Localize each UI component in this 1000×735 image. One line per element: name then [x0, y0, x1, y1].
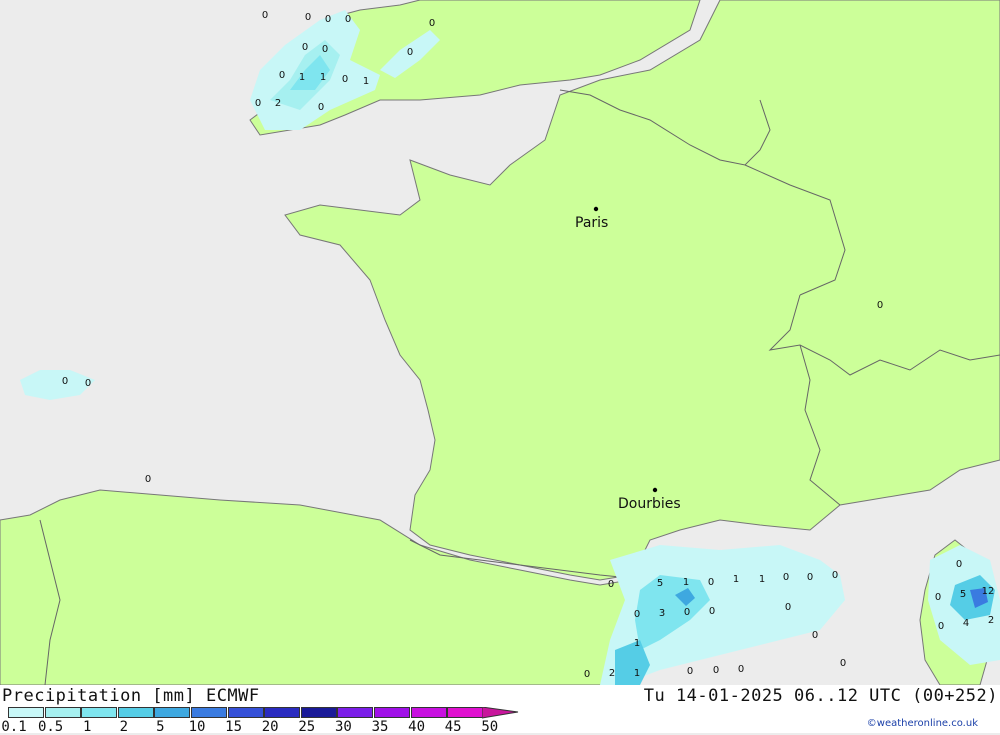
precip-value: 0	[634, 609, 640, 620]
scale-swatch	[8, 707, 44, 718]
precip-value: 0	[807, 572, 813, 583]
precip-value: 0	[302, 42, 308, 53]
scale-arrow-icon	[482, 707, 519, 719]
precip-value: 0	[318, 102, 324, 113]
precip-value: 2	[609, 668, 615, 679]
precip-value: 5	[960, 589, 966, 600]
precip-value: 1	[634, 638, 640, 649]
scale-swatch	[300, 707, 337, 718]
precip-value: 1	[363, 76, 369, 87]
precip-value: 0	[708, 577, 714, 588]
city-label-paris: Paris	[575, 215, 608, 231]
precip-value: 0	[684, 607, 690, 618]
precip-value: 1	[299, 72, 305, 83]
legend-time: Tu 14-01-2025 06..12 UTC (00+252)	[643, 686, 998, 706]
precip-value: 0	[956, 559, 962, 570]
precip-value: 1	[320, 72, 326, 83]
precip-value: 1	[683, 577, 689, 588]
scale-swatch	[337, 707, 374, 718]
precip-value: 0	[840, 658, 846, 669]
precip-value: 0	[305, 12, 311, 23]
precip-value: 0	[262, 10, 268, 21]
city-dot-paris	[593, 206, 599, 212]
precip-value: 0	[345, 14, 351, 25]
precip-value: 1	[733, 574, 739, 585]
precip-value: 0	[812, 630, 818, 641]
scale-swatch	[374, 707, 410, 718]
legend-title: Precipitation [mm] ECMWF	[2, 686, 260, 706]
precip-value: 0	[62, 376, 68, 387]
city-label-dourbies: Dourbies	[618, 496, 681, 512]
precip-value: 5	[657, 578, 663, 589]
scale-swatch	[191, 707, 227, 718]
precip-value: 0	[832, 570, 838, 581]
precip-value: 4	[963, 618, 969, 629]
scale-swatch	[264, 707, 301, 718]
credit-link[interactable]: ©weatheronline.co.uk	[867, 718, 978, 729]
scale-swatch	[227, 707, 264, 718]
precip-value: 2	[988, 615, 994, 626]
scale-swatch	[81, 707, 118, 718]
precip-value: 0	[407, 47, 413, 58]
precip-value: 0	[325, 14, 331, 25]
precip-value: 2	[275, 98, 281, 109]
precip-value: 0	[709, 606, 715, 617]
precip-value: 0	[322, 44, 328, 55]
scale-swatch	[154, 707, 191, 718]
precip-value: 1	[634, 668, 640, 679]
scale-swatch	[117, 707, 154, 718]
precip-value: 0	[687, 666, 693, 677]
precip-value: 0	[255, 98, 261, 109]
scale-swatch	[44, 707, 81, 718]
precip-value: 0	[429, 18, 435, 29]
precip-value: 0	[342, 74, 348, 85]
precip-value: 12	[982, 586, 995, 597]
precip-value: 0	[783, 572, 789, 583]
precip-value: 0	[279, 70, 285, 81]
precip-value: 0	[785, 602, 791, 613]
precip-value: 0	[938, 621, 944, 632]
precip-value: 3	[659, 608, 665, 619]
precip-value: 0	[608, 579, 614, 590]
precip-value: 0	[584, 669, 590, 680]
precip-value: 0	[85, 378, 91, 389]
precip-value: 0	[935, 592, 941, 603]
scale-swatch	[410, 707, 447, 718]
scale-swatch	[447, 707, 484, 718]
precip-value: 1	[759, 574, 765, 585]
precip-value: 0	[738, 664, 744, 675]
precip-value: 0	[145, 474, 151, 485]
precip-value: 0	[713, 665, 719, 676]
precip-value: 0	[877, 300, 883, 311]
precipitation-map: 0 0 0 0 0 0 0 0 1 1 0 1 0 2 0 0 0 0 0 0 …	[0, 0, 1000, 685]
city-dot-dourbies	[652, 487, 658, 493]
